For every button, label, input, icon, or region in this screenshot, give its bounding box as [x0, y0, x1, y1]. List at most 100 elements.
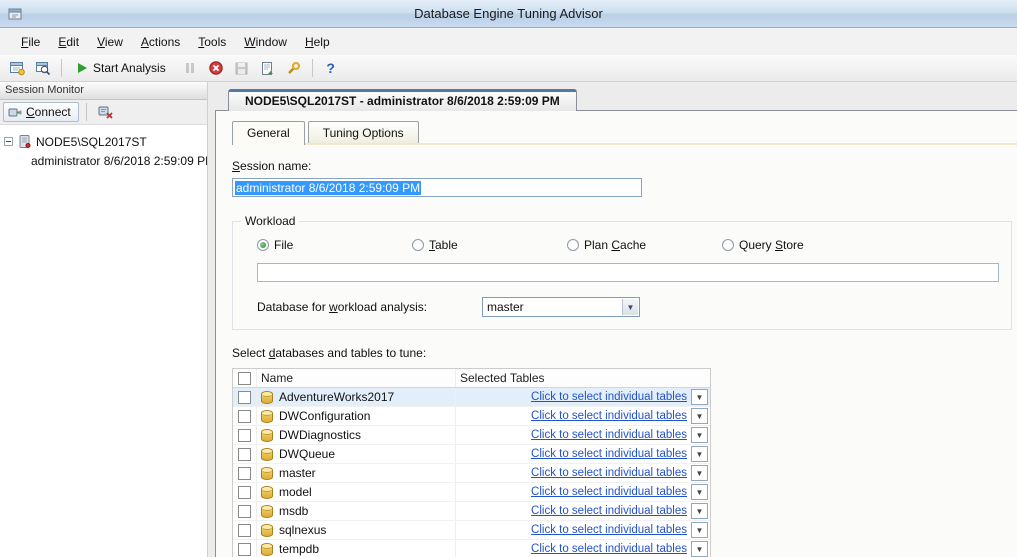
database-name: master	[279, 466, 316, 480]
row-checkbox[interactable]	[238, 524, 251, 537]
connect-button[interactable]: Connect	[3, 102, 79, 122]
table-row[interactable]: DWQueueClick to select individual tables…	[233, 445, 710, 464]
disconnect-button[interactable]	[94, 102, 118, 123]
dta-window: Database Engine Tuning Advisor FileEditV…	[0, 0, 1017, 557]
pause-analysis-button[interactable]	[178, 57, 202, 80]
menu-edit[interactable]: Edit	[49, 30, 88, 54]
database-name: tempdb	[279, 542, 319, 556]
menu-actions[interactable]: Actions	[132, 30, 189, 54]
radio-label: Table	[429, 238, 458, 252]
table-row[interactable]: msdbClick to select individual tables▼	[233, 502, 710, 521]
stop-analysis-button[interactable]	[204, 57, 228, 80]
tables-dropdown-button[interactable]: ▼	[691, 484, 708, 500]
select-tables-link[interactable]: Click to select individual tables	[531, 429, 687, 441]
row-checkbox[interactable]	[238, 486, 251, 499]
collapse-expander-icon[interactable]	[4, 137, 13, 146]
selected-tables-cell: Click to select individual tables ▼	[456, 483, 710, 501]
app-icon	[7, 6, 23, 22]
checkbox-cell	[233, 407, 257, 425]
tables-dropdown-button[interactable]: ▼	[691, 389, 708, 405]
table-row[interactable]: sqlnexusClick to select individual table…	[233, 521, 710, 540]
session-name-input[interactable]: administrator 8/6/2018 2:59:09 PM	[232, 178, 642, 197]
workload-option-file[interactable]: File	[257, 238, 412, 252]
tables-dropdown-button[interactable]: ▼	[691, 408, 708, 424]
save-recommendations-button[interactable]	[230, 57, 254, 80]
help-button[interactable]: ?	[319, 57, 343, 80]
row-checkbox[interactable]	[238, 429, 251, 442]
select-all-checkbox[interactable]	[238, 372, 251, 385]
tab-general[interactable]: General	[232, 121, 305, 145]
row-checkbox[interactable]	[238, 391, 251, 404]
new-session-button[interactable]	[5, 57, 29, 80]
select-tables-link[interactable]: Click to select individual tables	[531, 391, 687, 403]
workload-file-input[interactable]	[257, 263, 999, 282]
tables-dropdown-button[interactable]: ▼	[691, 541, 708, 557]
session-tree: NODE5\SQL2017ST administrator 8/6/2018 2…	[0, 125, 207, 557]
name-header-label: Name	[261, 371, 293, 385]
row-checkbox[interactable]	[238, 410, 251, 423]
session-name-label: Session name:	[232, 159, 1017, 173]
chevron-down-icon[interactable]: ▼	[622, 299, 638, 315]
tree-node-session[interactable]: administrator 8/6/2018 2:59:09 PM	[0, 151, 207, 170]
select-tables-link[interactable]: Click to select individual tables	[531, 448, 687, 460]
workload-option-table[interactable]: Table	[412, 238, 567, 252]
session-editor-area: NODE5\SQL2017ST - administrator 8/6/2018…	[208, 82, 1017, 557]
table-header-row: Name Selected Tables	[233, 369, 710, 388]
select-tables-link[interactable]: Click to select individual tables	[531, 505, 687, 517]
table-row[interactable]: AdventureWorks2017Click to select indivi…	[233, 388, 710, 407]
tree-node-server[interactable]: NODE5\SQL2017ST	[0, 132, 207, 151]
tables-dropdown-button[interactable]: ▼	[691, 446, 708, 462]
table-row[interactable]: tempdb Click to select individual tables ▼	[233, 540, 710, 557]
row-checkbox[interactable]	[238, 467, 251, 480]
tab-tuning-options[interactable]: Tuning Options	[308, 121, 419, 143]
table-row[interactable]: modelClick to select individual tables▼	[233, 483, 710, 502]
radio-label: File	[274, 238, 293, 252]
tables-dropdown-button[interactable]: ▼	[691, 503, 708, 519]
session-monitor-toolbar: Connect	[0, 100, 207, 125]
database-combo-value: master	[487, 300, 524, 314]
open-session-button[interactable]	[31, 57, 55, 80]
select-tables-link[interactable]: Click to select individual tables	[531, 467, 687, 479]
disconnect-icon	[98, 105, 113, 119]
table-row[interactable]: DWDiagnosticsClick to select individual …	[233, 426, 710, 445]
main-area: Session Monitor Connect NODE5\SQL2017ST	[0, 82, 1017, 557]
database-combo[interactable]: master ▼	[482, 297, 640, 317]
row-checkbox[interactable]	[238, 543, 251, 556]
database-analysis-row: Database for workload analysis: master ▼	[257, 297, 1011, 317]
import-workload-button[interactable]	[256, 57, 280, 80]
selected-tables-header-cell[interactable]: Selected Tables	[456, 369, 710, 387]
name-cell: master	[257, 464, 456, 482]
table-row[interactable]: DWConfigurationClick to select individua…	[233, 407, 710, 426]
menu-help[interactable]: Help	[296, 30, 339, 54]
menu-window[interactable]: Window	[235, 30, 296, 54]
select-tables-link[interactable]: Click to select individual tables	[531, 486, 687, 498]
database-analysis-label: Database for workload analysis:	[257, 300, 482, 314]
session-monitor-panel: Session Monitor Connect NODE5\SQL2017ST	[0, 82, 208, 557]
menu-view[interactable]: View	[88, 30, 132, 54]
database-icon	[261, 429, 273, 442]
database-icon	[261, 448, 273, 461]
session-document-tab[interactable]: NODE5\SQL2017ST - administrator 8/6/2018…	[228, 89, 577, 111]
tables-dropdown-button[interactable]: ▼	[691, 522, 708, 538]
select-tables-link[interactable]: Click to select individual tables	[531, 410, 687, 422]
checkbox-cell	[233, 483, 257, 501]
tuning-properties-button[interactable]	[282, 57, 306, 80]
selected-tables-cell: Click to select individual tables ▼	[456, 464, 710, 482]
menu-file[interactable]: File	[12, 30, 49, 54]
workload-option-query-store[interactable]: Query Store	[722, 238, 877, 252]
menu-tools[interactable]: Tools	[189, 30, 235, 54]
workload-option-plan-cache[interactable]: Plan Cache	[567, 238, 722, 252]
session-document-content: General Tuning Options Session name: adm…	[215, 110, 1017, 557]
tables-dropdown-button[interactable]: ▼	[691, 427, 708, 443]
tables-dropdown-button[interactable]: ▼	[691, 465, 708, 481]
name-header-cell[interactable]: Name	[257, 369, 456, 387]
row-checkbox[interactable]	[238, 448, 251, 461]
table-row[interactable]: master Click to select individual tables ▼	[233, 464, 710, 483]
start-analysis-button[interactable]: Start Analysis	[68, 57, 176, 80]
row-checkbox[interactable]	[238, 505, 251, 518]
workload-options: File Table Plan CacheQuery Store	[257, 238, 1011, 252]
databases-table: Name Selected Tables AdventureWorks2017C…	[232, 368, 711, 557]
name-cell: tempdb	[257, 540, 456, 557]
select-tables-link[interactable]: Click to select individual tables	[531, 543, 687, 555]
select-tables-link[interactable]: Click to select individual tables	[531, 524, 687, 536]
